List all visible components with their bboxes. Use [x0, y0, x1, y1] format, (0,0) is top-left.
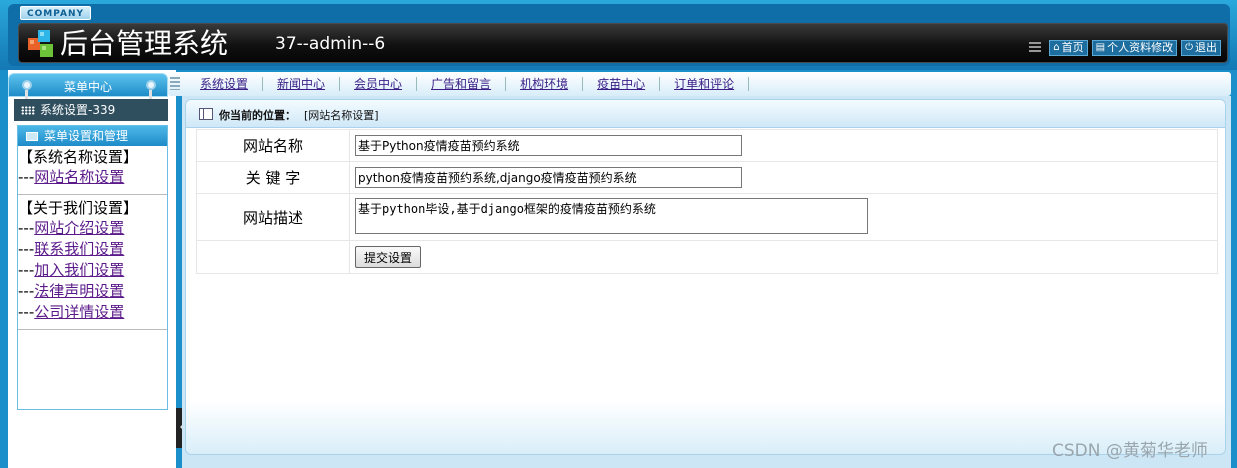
- system-settings-bar[interactable]: 系统设置-339: [14, 99, 168, 121]
- nav-news-center[interactable]: 新闻中心: [263, 77, 341, 91]
- menu-center-header: 菜单中心: [8, 73, 168, 97]
- power-icon: ⏻: [1185, 42, 1193, 53]
- divider: [18, 329, 167, 330]
- form-row: 提交设置: [196, 240, 1218, 274]
- link-site-name-settings[interactable]: 网站名称设置: [34, 168, 124, 186]
- divider: [18, 194, 167, 195]
- system-settings-label: 系统设置-339: [40, 103, 116, 117]
- keywords-label: 关 键 字: [196, 161, 350, 194]
- sidebar: 菜单中心 系统设置-339 菜单设置和管理 【系统名称设置】 ---网站名称设置…: [8, 70, 176, 468]
- form-row: 网站名称: [196, 129, 1218, 162]
- group-title-about-us: 【关于我们设置】: [18, 199, 139, 217]
- site-name-input[interactable]: [355, 135, 742, 156]
- link-contact-settings[interactable]: 联系我们设置: [34, 240, 124, 258]
- link-join-settings[interactable]: 加入我们设置: [34, 261, 124, 279]
- nav-institution-environment[interactable]: 机构环境: [506, 77, 584, 91]
- nav-grid-icon: [170, 77, 180, 90]
- grid-icon: [1029, 42, 1042, 54]
- logout-link[interactable]: ⏻ 退出: [1181, 40, 1221, 56]
- menu-item-company: ---公司详情设置: [18, 302, 167, 323]
- nav-system-settings[interactable]: 系统设置: [186, 77, 264, 91]
- menu-item-join: ---加入我们设置: [18, 260, 167, 281]
- description-label: 网站描述: [196, 193, 350, 241]
- empty-cell: [196, 240, 350, 274]
- cubes-logo-icon: [28, 30, 53, 57]
- site-settings-form: 网站名称 关 键 字 网站描述 基于python毕设,基于django框架的疫情…: [196, 129, 1218, 274]
- link-site-intro-settings[interactable]: 网站介绍设置: [34, 219, 124, 237]
- link-company-settings[interactable]: 公司详情设置: [34, 303, 124, 321]
- form-row: 网站描述 基于python毕设,基于django框架的疫情疫苗预约系统: [196, 193, 1218, 241]
- document-icon: ▤: [1095, 42, 1106, 53]
- home-link-label: 首页: [1061, 41, 1084, 54]
- nav-ads-messages[interactable]: 广告和留言: [417, 77, 507, 91]
- menu-prefix: ---: [18, 303, 35, 321]
- title-bar: 后台管理系统 37--admin--6 ⌂ 首页 ▤ 个人资料修改 ⏻ 退出: [18, 23, 1228, 63]
- group-title-site-name: 【系统名称设置】: [18, 148, 139, 166]
- user-info: 37--admin--6: [275, 34, 386, 54]
- main-frame: 你当前的位置： [网站名称设置] 网站名称 关 键 字 网站描述 基于pytho…: [182, 96, 1231, 468]
- app-title: 后台管理系统: [60, 27, 229, 60]
- link-legal-settings[interactable]: 法律声明设置: [34, 282, 124, 300]
- header: COMPANY 后台管理系统 37--admin--6 ⌂ 首页 ▤ 个人资料修…: [0, 0, 1237, 70]
- site-name-label: 网站名称: [196, 129, 350, 162]
- watermark: CSDN @黄菊华老师: [1052, 441, 1208, 461]
- menu-prefix: ---: [18, 282, 35, 300]
- menu-item-legal: ---法律声明设置: [18, 281, 167, 302]
- keywords-input[interactable]: [355, 167, 742, 188]
- profile-edit-link-label: 个人资料修改: [1107, 41, 1174, 54]
- main-panel: 你当前的位置： [网站名称设置] 网站名称 关 键 字 网站描述 基于pytho…: [185, 99, 1226, 455]
- company-tag: COMPANY: [20, 6, 91, 20]
- menu-box-header: 菜单设置和管理: [18, 126, 167, 146]
- menu-prefix: ---: [18, 168, 35, 186]
- header-panel: COMPANY 后台管理系统 37--admin--6 ⌂ 首页 ▤ 个人资料修…: [8, 4, 1230, 66]
- home-icon: ⌂: [1053, 42, 1060, 53]
- nav-orders-reviews[interactable]: 订单和评论: [660, 77, 750, 91]
- form-cell: [349, 161, 1218, 194]
- breadcrumb-label: 你当前的位置：: [219, 109, 296, 122]
- breadcrumb-value: [网站名称设置]: [304, 109, 379, 122]
- book-icon: [26, 132, 38, 141]
- top-links: ⌂ 首页 ▤ 个人资料修改 ⏻ 退出: [1029, 40, 1221, 56]
- profile-edit-link[interactable]: ▤ 个人资料修改: [1091, 40, 1178, 56]
- book-icon: [199, 108, 213, 120]
- menu-box-title: 菜单设置和管理: [44, 129, 129, 143]
- menu-item-site-name: ---网站名称设置: [18, 167, 167, 188]
- logout-link-label: 退出: [1195, 41, 1217, 54]
- submit-settings-button[interactable]: 提交设置: [355, 246, 422, 268]
- menu-box: 菜单设置和管理 【系统名称设置】 ---网站名称设置 【关于我们设置】 ---网…: [17, 125, 168, 410]
- dots-icon: [21, 106, 35, 115]
- menu-prefix: ---: [18, 261, 35, 279]
- form-cell: [349, 129, 1218, 162]
- form-row: 关 键 字: [196, 161, 1218, 194]
- menu-item-contact: ---联系我们设置: [18, 239, 167, 260]
- menu-prefix: ---: [18, 219, 35, 237]
- menu-prefix: ---: [18, 240, 35, 258]
- description-textarea[interactable]: 基于python毕设,基于django框架的疫情疫苗预约系统: [355, 197, 868, 234]
- form-cell: 提交设置: [349, 240, 1218, 274]
- menu-item-site-intro: ---网站介绍设置: [18, 218, 167, 239]
- nav-items: 系统设置 新闻中心 会员中心 广告和留言 机构环境 疫苗中心 订单和评论: [186, 72, 750, 96]
- home-link[interactable]: ⌂ 首页: [1049, 40, 1088, 56]
- menu-center-title: 菜单中心: [63, 80, 112, 94]
- nav-member-center[interactable]: 会员中心: [340, 77, 418, 91]
- breadcrumb: 你当前的位置： [网站名称设置]: [186, 100, 1225, 128]
- top-nav: 系统设置 新闻中心 会员中心 广告和留言 机构环境 疫苗中心 订单和评论: [168, 72, 1231, 96]
- nav-vaccine-center[interactable]: 疫苗中心: [583, 77, 661, 91]
- form-cell: 基于python毕设,基于django框架的疫情疫苗预约系统: [349, 193, 1218, 241]
